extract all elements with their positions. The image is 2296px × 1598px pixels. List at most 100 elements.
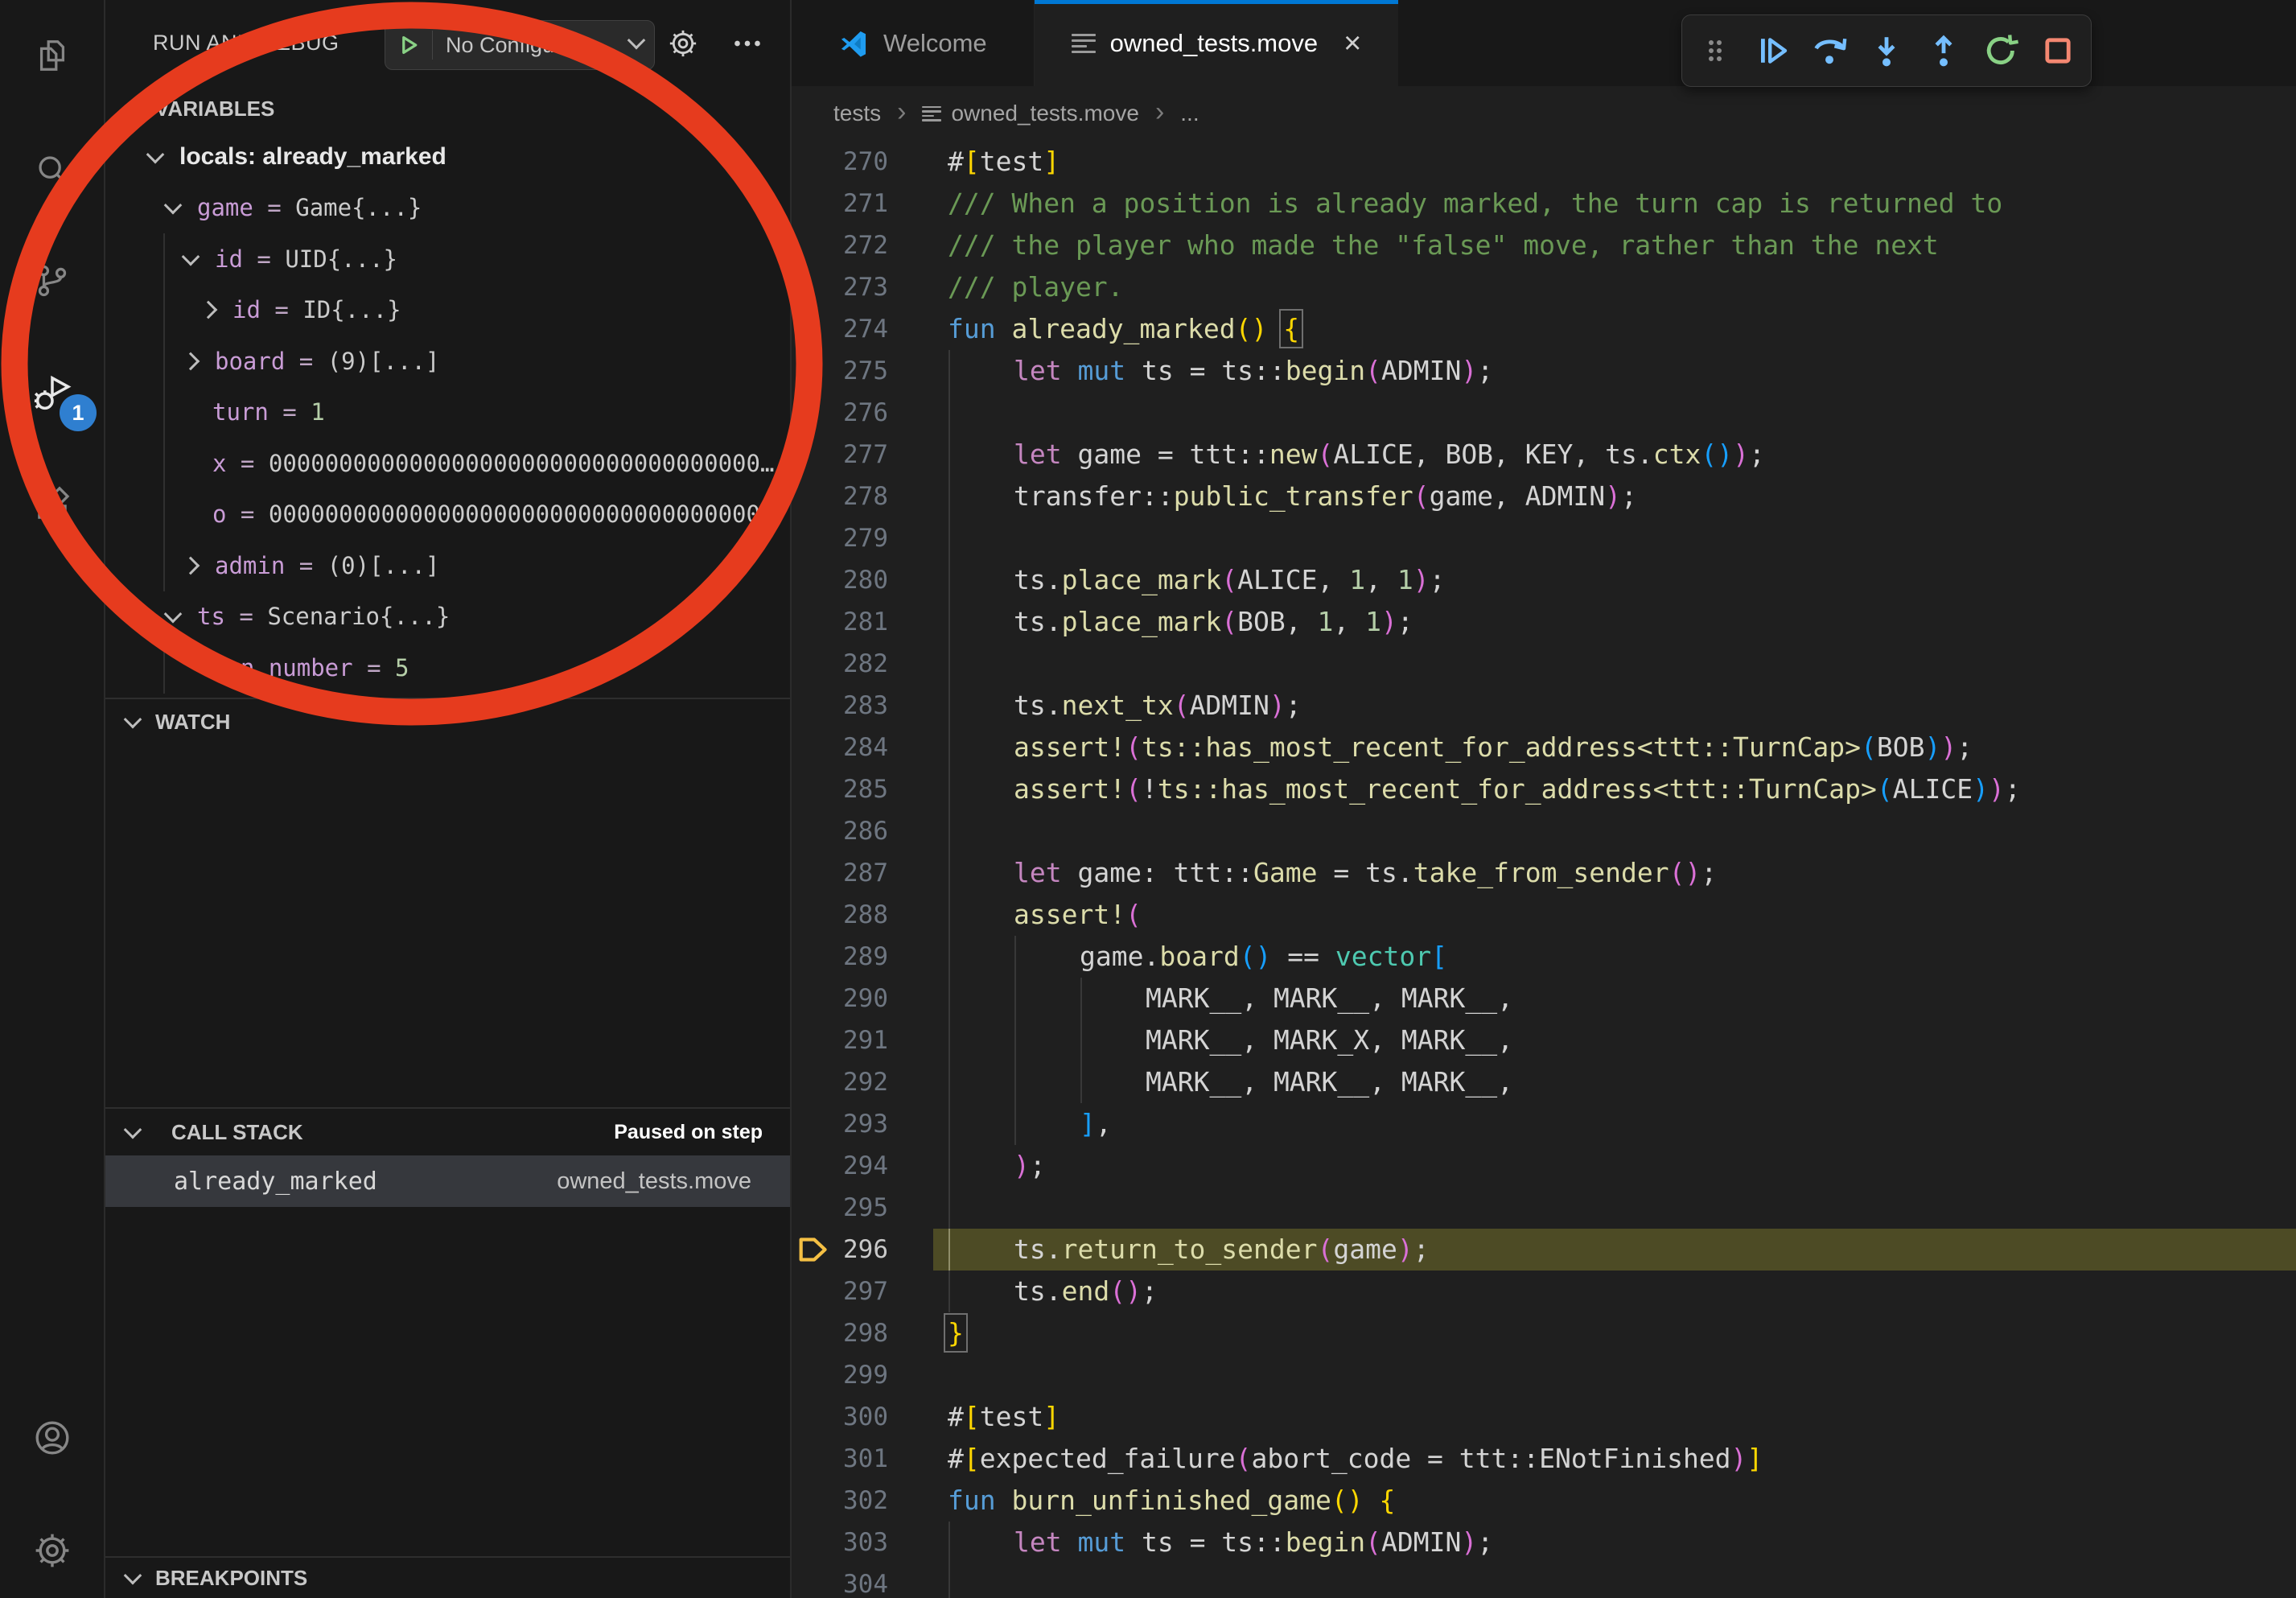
code-line[interactable]: 282 xyxy=(792,643,2296,685)
code-line[interactable]: 302fun burn_unfinished_game() { xyxy=(792,1480,2296,1522)
code-line[interactable]: 285assert!(!ts::has_most_recent_for_addr… xyxy=(792,768,2296,810)
variables-section-header[interactable]: VARIABLES xyxy=(105,86,790,131)
line-number[interactable]: 285 xyxy=(792,768,888,810)
variable-row[interactable]: admin = (0)[...] xyxy=(105,540,790,591)
line-number[interactable]: 273 xyxy=(792,266,888,308)
code-line[interactable]: 299 xyxy=(792,1354,2296,1396)
variable-row[interactable]: txn_number = 5 xyxy=(105,642,790,694)
step-out-button[interactable] xyxy=(1920,24,1968,77)
line-number[interactable]: 294 xyxy=(792,1145,888,1187)
breadcrumb-item-tests[interactable]: tests xyxy=(833,101,881,126)
line-number[interactable]: 274 xyxy=(792,308,888,350)
line-number[interactable]: 299 xyxy=(792,1354,888,1396)
sidebar-item-search[interactable] xyxy=(0,126,104,214)
variable-row[interactable]: id = ID{...} xyxy=(105,285,790,336)
settings-button[interactable] xyxy=(0,1506,104,1595)
line-number[interactable]: 302 xyxy=(792,1480,888,1522)
line-number[interactable]: 277 xyxy=(792,434,888,476)
line-number[interactable]: 276 xyxy=(792,392,888,434)
step-over-button[interactable] xyxy=(1805,24,1854,77)
code-line[interactable]: 283ts.next_tx(ADMIN); xyxy=(792,685,2296,727)
section-divider[interactable] xyxy=(105,1556,790,1558)
code-line[interactable]: 275let mut ts = ts::begin(ADMIN); xyxy=(792,350,2296,392)
code-line[interactable]: 297ts.end(); xyxy=(792,1271,2296,1312)
code-editor[interactable]: 270#[test]271/// When a position is alre… xyxy=(792,141,2296,1598)
code-line[interactable]: 274fun already_marked() { xyxy=(792,308,2296,350)
code-line[interactable]: 303let mut ts = ts::begin(ADMIN); xyxy=(792,1522,2296,1563)
line-number[interactable]: 286 xyxy=(792,810,888,852)
account-button[interactable] xyxy=(0,1394,104,1482)
code-line[interactable]: 277let game = ttt::new(ALICE, BOB, KEY, … xyxy=(792,434,2296,476)
code-line[interactable]: 292MARK__, MARK__, MARK__, xyxy=(792,1061,2296,1103)
launch-config-dropdown[interactable]: No Configur xyxy=(385,20,655,70)
code-line[interactable]: 287let game: ttt::Game = ts.take_from_se… xyxy=(792,852,2296,894)
variable-row[interactable]: turn = 1 xyxy=(105,387,790,439)
line-number[interactable]: 283 xyxy=(792,685,888,727)
line-number[interactable]: 300 xyxy=(792,1396,888,1438)
line-number[interactable]: 289 xyxy=(792,936,888,978)
code-line[interactable]: 293], xyxy=(792,1103,2296,1145)
line-number[interactable]: 281 xyxy=(792,601,888,643)
line-number[interactable]: 288 xyxy=(792,894,888,936)
code-line[interactable]: 298} xyxy=(792,1312,2296,1354)
start-debug-button[interactable] xyxy=(385,21,432,69)
code-line[interactable]: 279 xyxy=(792,517,2296,559)
line-number[interactable]: 278 xyxy=(792,476,888,517)
code-line[interactable]: 296ts.return_to_sender(game); xyxy=(792,1229,2296,1271)
line-number[interactable]: 304 xyxy=(792,1563,888,1598)
watch-section-header[interactable]: WATCH xyxy=(105,699,790,744)
line-number[interactable]: 291 xyxy=(792,1019,888,1061)
variable-row[interactable]: x = 000000000000000000000000000000000000… xyxy=(105,438,790,489)
stop-button[interactable] xyxy=(2034,24,2082,77)
variable-row[interactable]: id = UID{...} xyxy=(105,233,790,285)
line-number[interactable]: 290 xyxy=(792,978,888,1019)
code-line[interactable]: 273/// player. xyxy=(792,266,2296,308)
line-number[interactable]: 301 xyxy=(792,1438,888,1480)
breadcrumb-item-symbol[interactable]: ... xyxy=(1180,101,1199,126)
code-line[interactable]: 289game.board() == vector[ xyxy=(792,936,2296,978)
line-number[interactable]: 270 xyxy=(792,141,888,183)
code-line[interactable]: 271/// When a position is already marked… xyxy=(792,183,2296,224)
code-line[interactable]: 276 xyxy=(792,392,2296,434)
code-line[interactable]: 290MARK__, MARK__, MARK__, xyxy=(792,978,2296,1019)
code-line[interactable]: 301#[expected_failure(abort_code = ttt::… xyxy=(792,1438,2296,1480)
code-line[interactable]: 295 xyxy=(792,1187,2296,1229)
breakpoints-section-header[interactable]: BREAKPOINTS xyxy=(105,1558,790,1598)
line-number[interactable]: 287 xyxy=(792,852,888,894)
debug-settings-button[interactable] xyxy=(662,23,704,64)
line-number[interactable]: 297 xyxy=(792,1271,888,1312)
variable-scope-row[interactable]: locals: already_marked xyxy=(105,131,790,183)
code-line[interactable]: 288assert!( xyxy=(792,894,2296,936)
variable-row[interactable]: game = Game{...} xyxy=(105,183,790,234)
code-line[interactable]: 304 xyxy=(792,1563,2296,1598)
variable-row[interactable]: o = 000000000000000000000000000000000000… xyxy=(105,489,790,541)
line-number[interactable]: 272 xyxy=(792,224,888,266)
line-number[interactable]: 295 xyxy=(792,1187,888,1229)
continue-button[interactable] xyxy=(1748,24,1796,77)
variable-row[interactable]: ts = Scenario{...} xyxy=(105,591,790,643)
line-number[interactable]: 298 xyxy=(792,1312,888,1354)
tab-welcome[interactable]: Welcome xyxy=(792,0,1035,86)
restart-button[interactable] xyxy=(1977,24,2025,77)
step-into-button[interactable] xyxy=(1862,24,1911,77)
line-number[interactable]: 279 xyxy=(792,517,888,559)
line-number[interactable]: 271 xyxy=(792,183,888,224)
sidebar-item-extensions[interactable] xyxy=(0,460,104,549)
more-actions-button[interactable] xyxy=(726,23,768,64)
code-line[interactable]: 281ts.place_mark(BOB, 1, 1); xyxy=(792,601,2296,643)
line-number[interactable]: 284 xyxy=(792,727,888,768)
close-icon[interactable]: × xyxy=(1343,28,1361,59)
call-stack-section-header[interactable]: CALL STACK Paused on step xyxy=(105,1109,790,1155)
code-line[interactable]: 294); xyxy=(792,1145,2296,1187)
sidebar-item-run-and-debug[interactable]: 1 xyxy=(0,349,104,438)
breadcrumb-item-file[interactable]: owned_tests.move xyxy=(922,101,1138,126)
line-number[interactable]: 275 xyxy=(792,350,888,392)
code-line[interactable]: 270#[test] xyxy=(792,141,2296,183)
toolbar-drag-handle[interactable] xyxy=(1691,24,1739,77)
code-line[interactable]: 280ts.place_mark(ALICE, 1, 1); xyxy=(792,559,2296,601)
call-stack-frame[interactable]: already_markedowned_tests.move xyxy=(105,1155,790,1207)
code-line[interactable]: 300#[test] xyxy=(792,1396,2296,1438)
line-number[interactable]: 303 xyxy=(792,1522,888,1563)
code-line[interactable]: 278transfer::public_transfer(game, ADMIN… xyxy=(792,476,2296,517)
line-number[interactable]: 292 xyxy=(792,1061,888,1103)
